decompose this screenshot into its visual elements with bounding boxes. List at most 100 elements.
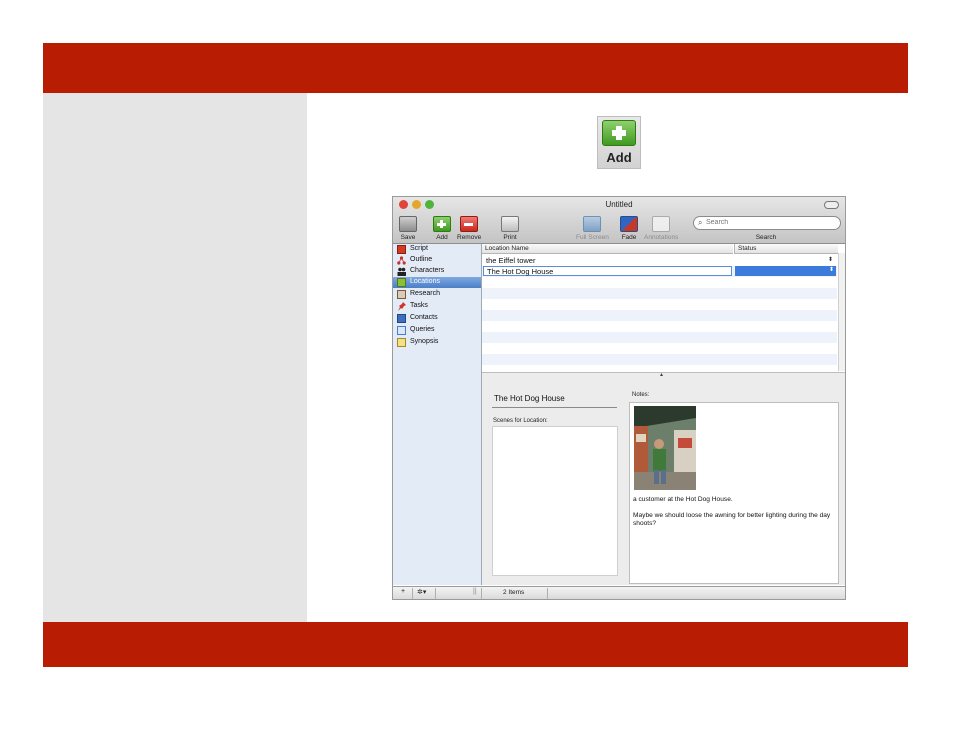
full-screen-button[interactable]: Full Screen [576, 216, 609, 241]
outline-icon [397, 256, 406, 265]
pushpin-icon [397, 302, 406, 311]
annotations-icon [652, 216, 671, 232]
save-icon [399, 216, 417, 232]
save-label: Save [400, 234, 416, 241]
table-row-empty [482, 343, 837, 354]
notes-label: Notes: [632, 392, 650, 398]
add-icon [433, 216, 451, 232]
sidebar-item-label: Characters [410, 267, 445, 274]
add-label: Add [436, 234, 448, 241]
remove-label: Remove [457, 234, 482, 241]
print-button[interactable]: Print [501, 216, 519, 241]
full-screen-icon [583, 216, 602, 232]
locations-table: Location Name Status the Eiffel tower ⬍ … [482, 244, 838, 371]
table-row-empty [482, 299, 837, 310]
sidebar-item-label: Outline [410, 256, 433, 263]
scenes-list[interactable] [492, 426, 618, 576]
app-window: Untitled Save Add Remove Print Full Scre… [392, 196, 846, 600]
table-row[interactable]: the Eiffel tower ⬍ [482, 255, 837, 266]
status-stepper-icon[interactable]: ⬍ [828, 256, 833, 263]
sidebar-item-synopsis[interactable]: Synopsis [393, 337, 481, 348]
research-icon [397, 290, 406, 299]
sidebar-item-queries[interactable]: Queries [393, 325, 481, 336]
location-name-value: The Hot Dog House [487, 267, 554, 276]
item-count: 2 Items [503, 589, 525, 596]
location-title[interactable]: The Hot Dog House [494, 394, 565, 403]
sidebar-item-label: Tasks [410, 302, 428, 309]
source-list: Script Outline Characters Locations Rese… [393, 244, 482, 585]
table-scrollbar[interactable] [838, 253, 845, 371]
sidebar-item-contacts[interactable]: Contacts [393, 313, 481, 324]
add-button[interactable]: Add [433, 216, 451, 241]
sidebar-item-label: Synopsis [410, 338, 439, 345]
contacts-icon [397, 314, 406, 323]
synopsis-icon [397, 338, 406, 347]
script-icon [397, 245, 406, 254]
printer-icon [501, 216, 519, 232]
table-row-empty [482, 332, 837, 343]
table-row-empty [482, 321, 837, 332]
fade-icon [620, 216, 638, 232]
search-field[interactable]: ⌕ [693, 216, 841, 230]
column-header-status[interactable]: Status [734, 244, 838, 254]
table-row-empty [482, 288, 837, 299]
bottom-bar: + ✲▾ || 2 Items [393, 586, 845, 599]
table-row-empty [482, 277, 837, 288]
remove-button[interactable]: Remove [457, 216, 481, 241]
full-screen-label: Full Screen [576, 234, 609, 241]
slide-footer-band [43, 622, 908, 667]
queries-icon [397, 326, 406, 335]
sidebar-item-tasks[interactable]: Tasks [393, 301, 481, 312]
resize-grip-icon[interactable]: || [473, 588, 477, 595]
notes-editor[interactable]: a customer at the Hot Dog House. Maybe w… [629, 402, 839, 584]
window-title: Untitled [605, 200, 633, 209]
slide-header-band [43, 43, 908, 93]
notes-body: Maybe we should loose the awning for bet… [633, 512, 831, 527]
slide-side-panel [43, 93, 307, 622]
characters-icon [397, 267, 406, 276]
sidebar-item-research[interactable]: Research [393, 289, 481, 300]
sidebar-item-script[interactable]: Script [393, 244, 481, 255]
fade-button[interactable]: Fade [620, 216, 638, 241]
notes-text: a customer at the Hot Dog House. Maybe w… [633, 496, 833, 536]
column-header-label: Status [738, 245, 757, 252]
sidebar-item-outline[interactable]: Outline [393, 255, 481, 266]
status-stepper-icon: ⬍ [828, 267, 834, 273]
sidebar-item-label: Queries [410, 326, 435, 333]
scenes-label: Scenes for Location: [493, 418, 548, 424]
column-header-label: Location Name [485, 245, 529, 252]
sidebar-item-label: Script [410, 245, 428, 252]
sidebar-item-label: Locations [410, 278, 440, 285]
table-row-empty [482, 310, 837, 321]
bottom-bar-separator [412, 588, 413, 599]
location-name-edit-field[interactable]: The Hot Dog House [483, 266, 732, 276]
sidebar-item-characters[interactable]: Characters [393, 266, 481, 277]
save-button[interactable]: Save [399, 216, 417, 241]
notes-photo [634, 406, 696, 490]
bottom-bar-separator [435, 588, 436, 599]
sidebar-item-label: Research [410, 290, 440, 297]
notes-caption: a customer at the Hot Dog House. [633, 496, 733, 503]
status-popup[interactable]: ⬍ [735, 266, 836, 276]
annotations-label: Annotations [644, 234, 679, 241]
fade-label: Fade [621, 234, 637, 241]
print-label: Print [503, 234, 517, 241]
plus-icon [602, 120, 636, 146]
annotations-button[interactable]: Annotations [644, 216, 678, 241]
gear-menu-button[interactable]: ✲▾ [417, 588, 426, 596]
table-row-empty [482, 354, 837, 365]
column-header-location-name[interactable]: Location Name [482, 244, 733, 254]
search-label: Search [755, 234, 777, 241]
locations-icon [397, 278, 406, 287]
toolbar-toggle-icon[interactable] [824, 201, 839, 209]
add-button-large[interactable]: Add [597, 116, 641, 169]
add-button-large-label: Add [606, 150, 632, 165]
remove-icon [460, 216, 479, 232]
bottom-bar-separator [547, 588, 548, 599]
search-input[interactable] [706, 217, 834, 228]
add-item-button[interactable]: + [401, 588, 405, 595]
sidebar-item-locations[interactable]: Locations [393, 277, 481, 288]
table-row-editing[interactable]: The Hot Dog House ⬍ [482, 266, 837, 277]
search-icon: ⌕ [698, 218, 703, 227]
bottom-bar-separator [481, 588, 482, 599]
